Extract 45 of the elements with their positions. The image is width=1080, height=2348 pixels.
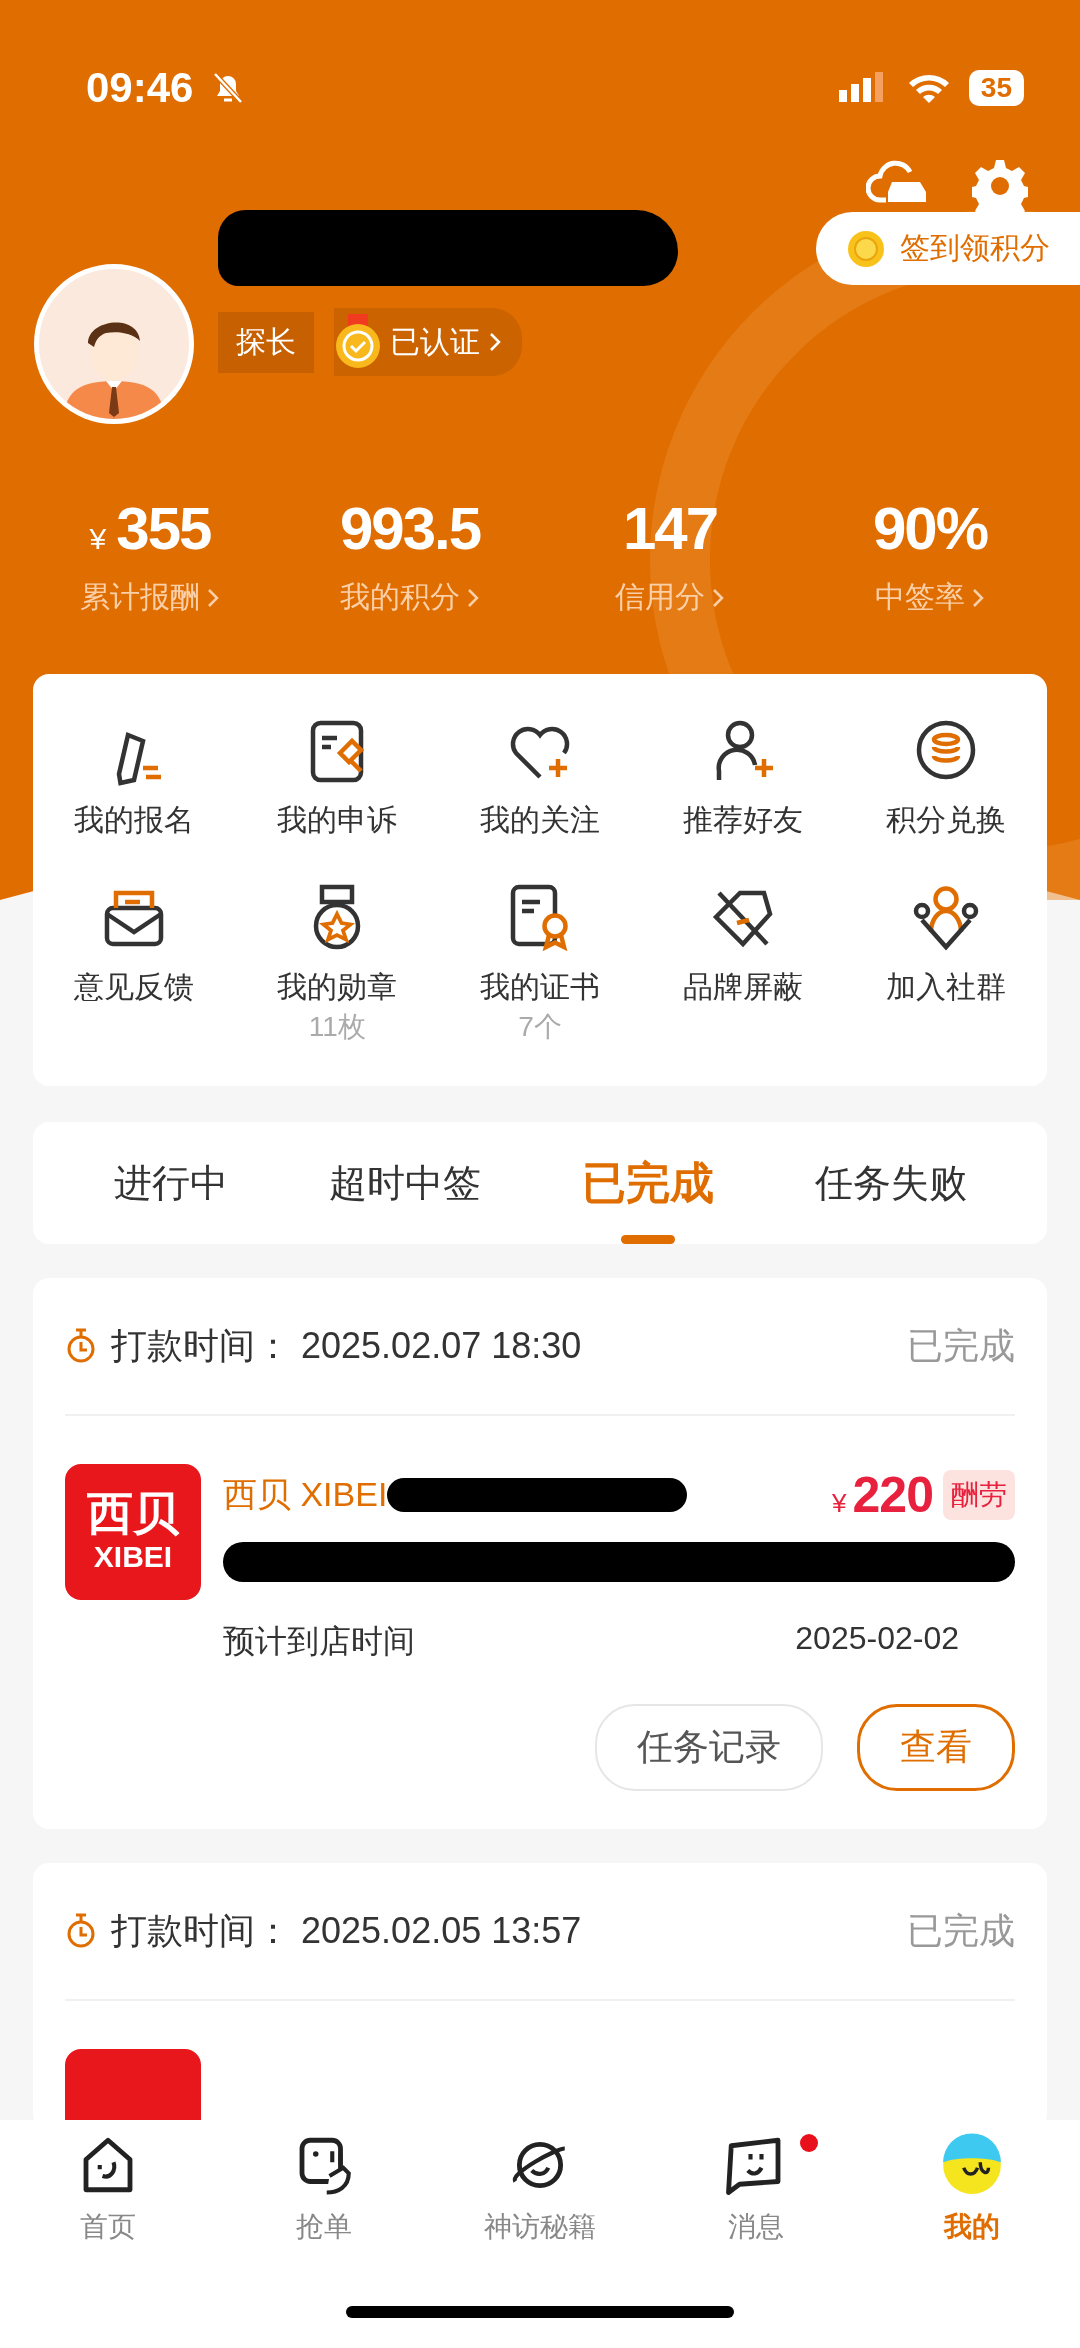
stat-value: 90% (872, 494, 988, 563)
battery-level: 35 (968, 70, 1024, 106)
shortcut-label[interactable]: 我的申诉 (277, 800, 398, 841)
eta-date: 2025-02-02 (795, 1620, 959, 1658)
stat-value: 993.5 (339, 494, 481, 563)
nav-label[interactable]: 消息 (728, 2208, 784, 2246)
brand-name: 西贝 XIBEI (223, 1474, 388, 1515)
shortcut-count: 11枚 (308, 1010, 366, 1044)
shortcut-count: 7个 (518, 1010, 562, 1044)
payment-time: 打款时间： 2025.02.07 18:30 (111, 1323, 583, 1368)
shortcut-label[interactable]: 推荐好友 (682, 800, 803, 841)
stat-value: 355 (116, 494, 211, 563)
shortcut-label[interactable]: 我的关注 (480, 800, 600, 841)
verified-badge[interactable]: 已认证 (334, 308, 522, 376)
brand-logo: 西贝 XIBEI (65, 1464, 201, 1600)
payment-time: 打款时间： 2025.02.05 13:57 (111, 1908, 583, 1953)
nav-label[interactable]: 抢单 (296, 2208, 352, 2246)
coin-icon (846, 228, 886, 269)
medal-check-icon (334, 314, 382, 370)
stopwatch-icon (65, 1913, 97, 1949)
nav-label[interactable]: 首页 (80, 2208, 136, 2246)
currency-symbol: ¥ (832, 1488, 847, 1519)
task-record-button[interactable]: 任务记录 (595, 1704, 823, 1791)
nav-label[interactable]: 神访秘籍 (484, 2208, 596, 2246)
stat-value: 147 (622, 494, 718, 563)
status-tab[interactable]: 超时中签 (318, 1122, 491, 1244)
eta-label: 预计到店时间 (223, 1622, 415, 1661)
task-status: 已完成 (907, 1323, 1015, 1368)
shortcut-label[interactable]: 加入社群 (885, 967, 1006, 1008)
shortcut-label[interactable]: 积分兑换 (885, 800, 1006, 841)
shortcut-label[interactable]: 我的报名 (74, 800, 195, 841)
reward-tag: 酬劳 (943, 1470, 1015, 1520)
role-badge: 探长 (218, 311, 314, 373)
status-tab[interactable]: 进行中 (103, 1122, 238, 1244)
shortcut-label[interactable]: 品牌屏蔽 (682, 967, 803, 1008)
status-time: 09:46 (86, 64, 194, 112)
shortcut-label[interactable]: 意见反馈 (74, 967, 195, 1008)
shortcut-label[interactable]: 我的勋章 (277, 967, 398, 1008)
reward-amount: 220 (852, 1466, 933, 1524)
stopwatch-icon (65, 1328, 97, 1364)
shortcut-label[interactable]: 我的证书 (480, 967, 600, 1008)
currency-symbol: ¥ (89, 522, 107, 556)
task-status: 已完成 (907, 1908, 1015, 1953)
status-tab[interactable]: 任务失败 (804, 1122, 977, 1244)
settings-icon[interactable] (972, 158, 1028, 214)
